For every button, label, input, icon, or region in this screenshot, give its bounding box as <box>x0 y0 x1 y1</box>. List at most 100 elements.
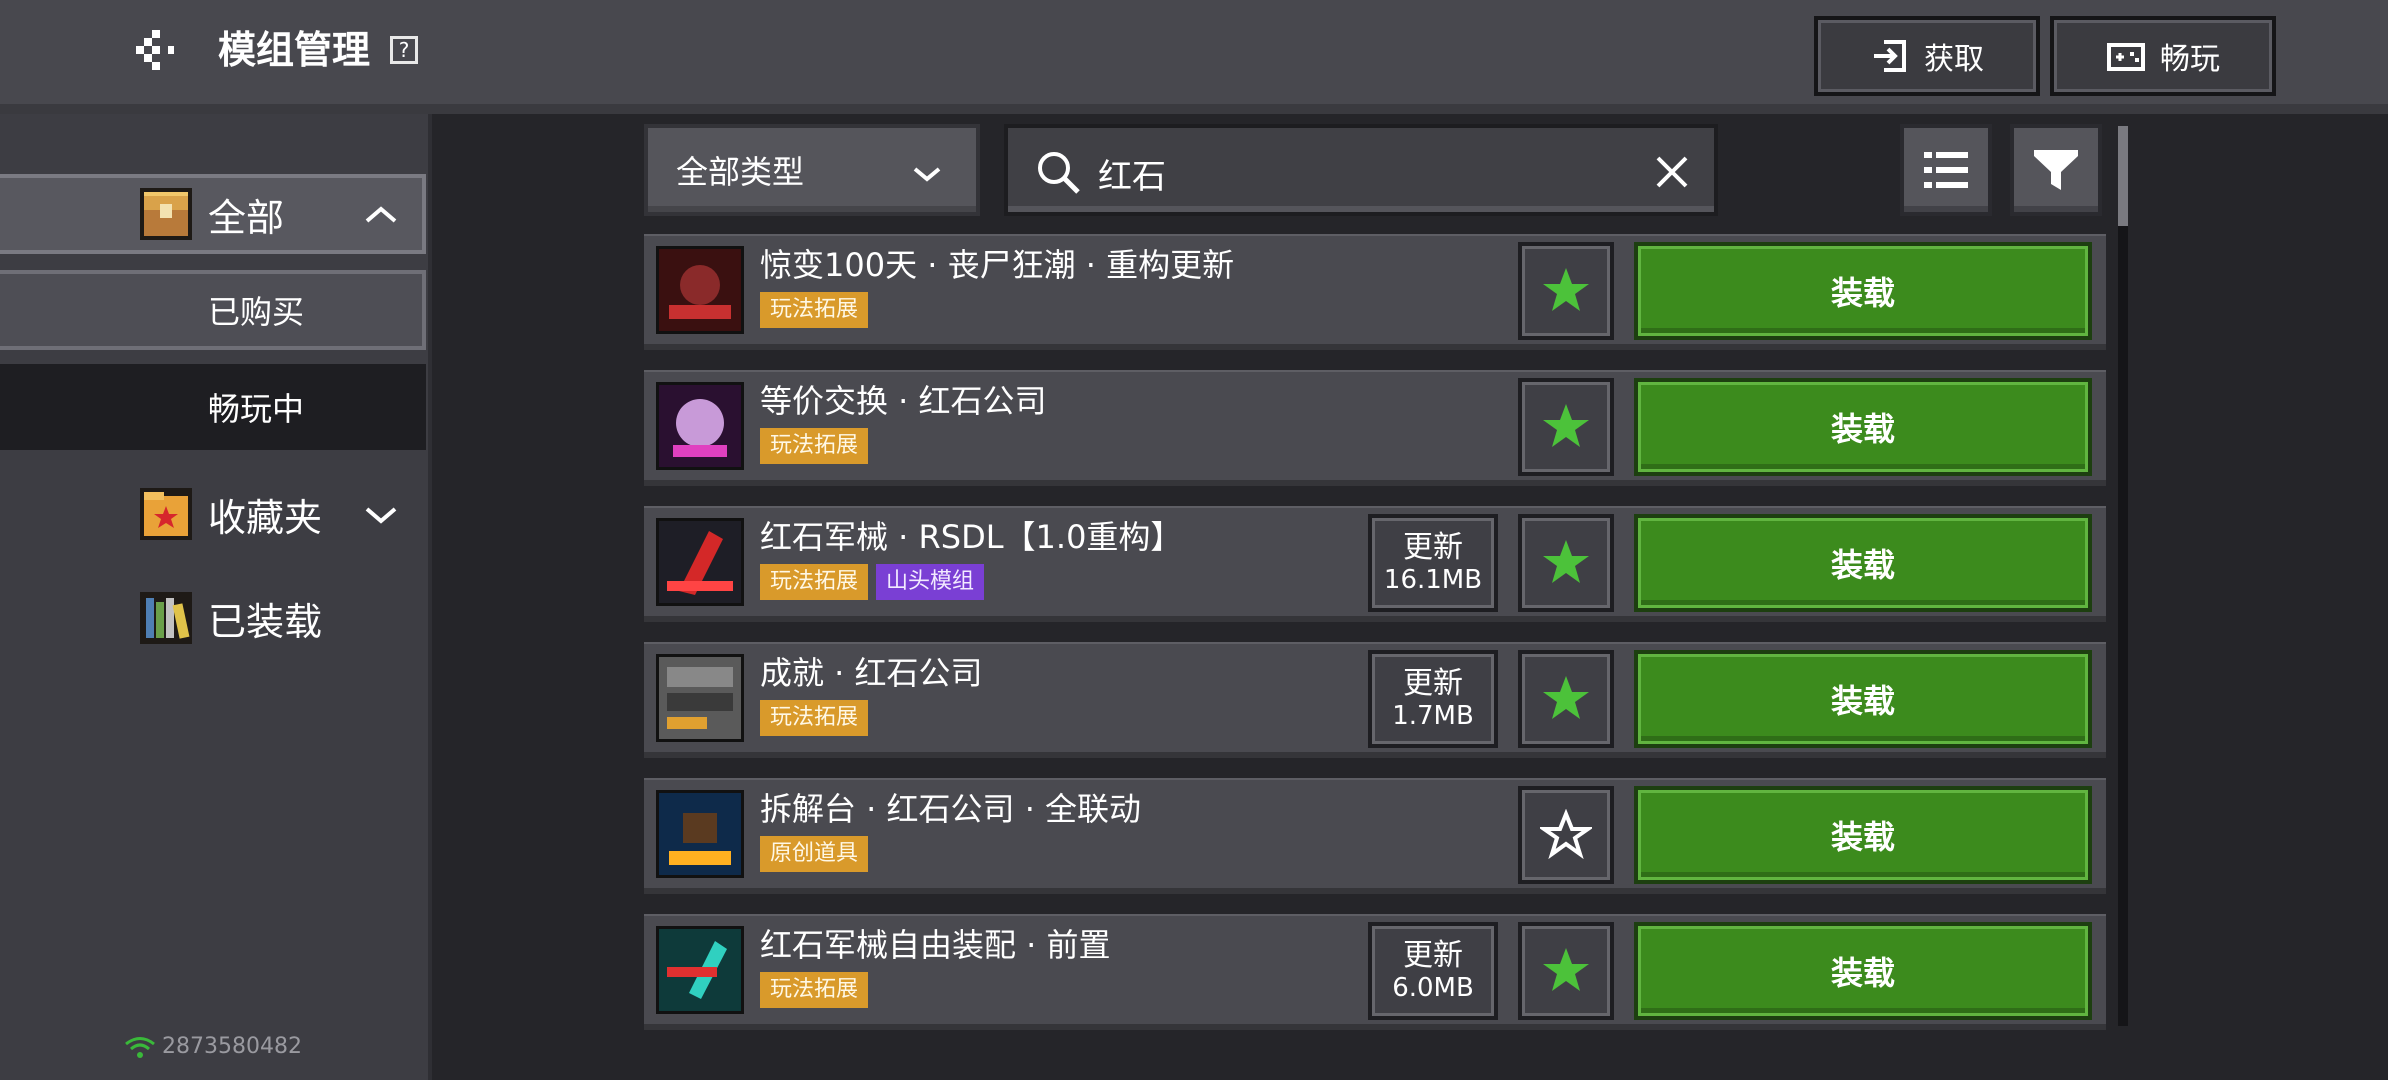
update-label: 更新 <box>1403 666 1463 701</box>
sidebar-item-label: 全部 <box>208 195 285 240</box>
mod-tag: 玩法拓展 <box>760 292 869 328</box>
install-button[interactable]: 装载 <box>1634 514 2092 612</box>
sidebar-item-label: 已购买 <box>208 293 305 331</box>
page-title: 模组管理 <box>218 28 371 72</box>
sidebar-item-label: 畅玩中 <box>208 390 305 428</box>
back-arrow-icon[interactable] <box>126 26 186 76</box>
star-filled-icon <box>1543 676 1589 719</box>
mod-tags: 玩法拓展 <box>760 700 869 736</box>
get-button-label: 获取 <box>1924 42 1984 77</box>
mod-title: 红石军械 · RSDL【1.0重构】 <box>760 518 1183 556</box>
mod-title: 惊变100天 · 丧尸狂潮 · 重构更新 <box>760 246 1235 284</box>
import-icon <box>1874 40 1906 72</box>
star-filled-icon <box>1543 268 1589 311</box>
wifi-icon <box>125 1036 155 1058</box>
list-icon <box>1924 152 1968 188</box>
install-button[interactable]: 装载 <box>1634 786 2092 884</box>
update-size: 16.1MB <box>1383 565 1483 595</box>
mod-row[interactable]: 拆解台 · 红石公司 · 全联动 原创道具 装载 <box>644 778 2106 894</box>
mod-title: 成就 · 红石公司 <box>760 654 983 692</box>
mod-tag: 玩法拓展 <box>760 564 869 600</box>
install-button[interactable]: 装载 <box>1634 922 2092 1020</box>
search-input[interactable] <box>1096 144 1620 202</box>
mod-tags: 玩法拓展 <box>760 972 869 1008</box>
search-box[interactable] <box>1004 124 1718 216</box>
favorite-button[interactable] <box>1518 786 1614 884</box>
account-status: 2873580482 <box>124 1034 302 1059</box>
mod-tag: 山头模组 <box>876 564 985 600</box>
mod-tag: 玩法拓展 <box>760 700 869 736</box>
bookshelf-icon <box>138 590 194 646</box>
install-button[interactable]: 装载 <box>1634 378 2092 476</box>
mod-tags: 玩法拓展 山头模组 <box>760 564 985 600</box>
mod-thumbnail <box>656 926 744 1014</box>
sidebar-item-all[interactable]: 全部 <box>0 174 426 254</box>
mod-title: 拆解台 · 红石公司 · 全联动 <box>760 790 1142 828</box>
clear-search-icon[interactable] <box>1654 154 1690 190</box>
mod-tags: 玩法拓展 <box>760 428 869 464</box>
mod-thumbnail <box>656 382 744 470</box>
help-icon[interactable]: ? <box>390 36 418 64</box>
account-id: 2873580482 <box>162 1034 302 1059</box>
chevron-down-icon <box>913 167 941 182</box>
search-icon <box>1038 152 1080 194</box>
favorite-button[interactable] <box>1518 650 1614 748</box>
type-filter-value: 全部类型 <box>676 153 805 191</box>
mod-row[interactable]: 等价交换 · 红石公司 玩法拓展 装载 <box>644 370 2106 486</box>
install-button[interactable]: 装载 <box>1634 650 2092 748</box>
favorite-button[interactable] <box>1518 514 1614 612</box>
mod-row[interactable]: 红石军械自由装配 · 前置 玩法拓展 更新 6.0MB 装载 <box>644 914 2106 1030</box>
install-button[interactable]: 装载 <box>1634 242 2092 340</box>
mod-tag: 玩法拓展 <box>760 972 869 1008</box>
mod-thumbnail <box>656 790 744 878</box>
favorite-button[interactable] <box>1518 378 1614 476</box>
update-button[interactable]: 更新 1.7MB <box>1368 650 1498 748</box>
sidebar-item-favorites[interactable]: 收藏夹 <box>0 474 426 554</box>
folder-star-icon <box>138 486 194 542</box>
star-filled-icon <box>1543 540 1589 583</box>
sidebar-item-label: 已装载 <box>208 599 323 644</box>
sidebar-item-label: 收藏夹 <box>208 495 323 540</box>
list-view-button[interactable] <box>1900 124 1992 216</box>
type-filter-dropdown[interactable]: 全部类型 <box>644 124 980 216</box>
mod-row[interactable]: 惊变100天 · 丧尸狂潮 · 重构更新 玩法拓展 装载 <box>644 234 2106 350</box>
update-size: 6.0MB <box>1392 973 1474 1003</box>
mod-thumbnail <box>656 246 744 334</box>
favorite-button[interactable] <box>1518 242 1614 340</box>
update-label: 更新 <box>1403 938 1463 973</box>
update-size: 1.7MB <box>1392 701 1474 731</box>
star-filled-icon <box>1543 948 1589 991</box>
star-outline-icon <box>1540 809 1592 860</box>
filter-icon <box>2034 150 2078 190</box>
mod-row[interactable]: 成就 · 红石公司 玩法拓展 更新 1.7MB 装载 <box>644 642 2106 758</box>
mod-title: 红石军械自由装配 · 前置 <box>760 926 1111 964</box>
mod-thumbnail <box>656 654 744 742</box>
chevron-up-icon <box>365 206 397 223</box>
update-button[interactable]: 更新 6.0MB <box>1368 922 1498 1020</box>
star-filled-icon <box>1543 404 1589 447</box>
update-label: 更新 <box>1403 530 1463 565</box>
sidebar-item-purchased[interactable]: 已购买 <box>0 270 426 350</box>
sidebar: 全部 已购买 畅玩中 收藏夹 已装载 2873580482 <box>0 114 432 1080</box>
mod-row[interactable]: 红石军械 · RSDL【1.0重构】 玩法拓展 山头模组 更新 16.1MB 装… <box>644 506 2106 622</box>
play-button-label: 畅玩 <box>2160 42 2220 77</box>
mod-tags: 玩法拓展 <box>760 292 869 328</box>
gamepad-icon <box>2107 43 2145 71</box>
play-button[interactable]: 畅玩 <box>2050 16 2276 96</box>
sidebar-item-installed[interactable]: 已装载 <box>0 578 426 658</box>
get-button[interactable]: 获取 <box>1814 16 2040 96</box>
mod-tag: 玩法拓展 <box>760 428 869 464</box>
update-button[interactable]: 更新 16.1MB <box>1368 514 1498 612</box>
favorite-button[interactable] <box>1518 922 1614 1020</box>
top-bar: 模组管理 ? 获取 畅玩 <box>0 0 2388 114</box>
sidebar-item-playing[interactable]: 畅玩中 <box>0 364 426 450</box>
scrollbar[interactable] <box>2118 126 2128 1026</box>
filter-button[interactable] <box>2010 124 2102 216</box>
mod-tag: 原创道具 <box>760 836 869 872</box>
scroll-thumb[interactable] <box>2118 126 2128 226</box>
chevron-down-icon <box>365 507 397 524</box>
mod-title: 等价交换 · 红石公司 <box>760 382 1047 420</box>
chest-icon <box>138 186 194 242</box>
mod-thumbnail <box>656 518 744 606</box>
mod-tags: 原创道具 <box>760 836 869 872</box>
